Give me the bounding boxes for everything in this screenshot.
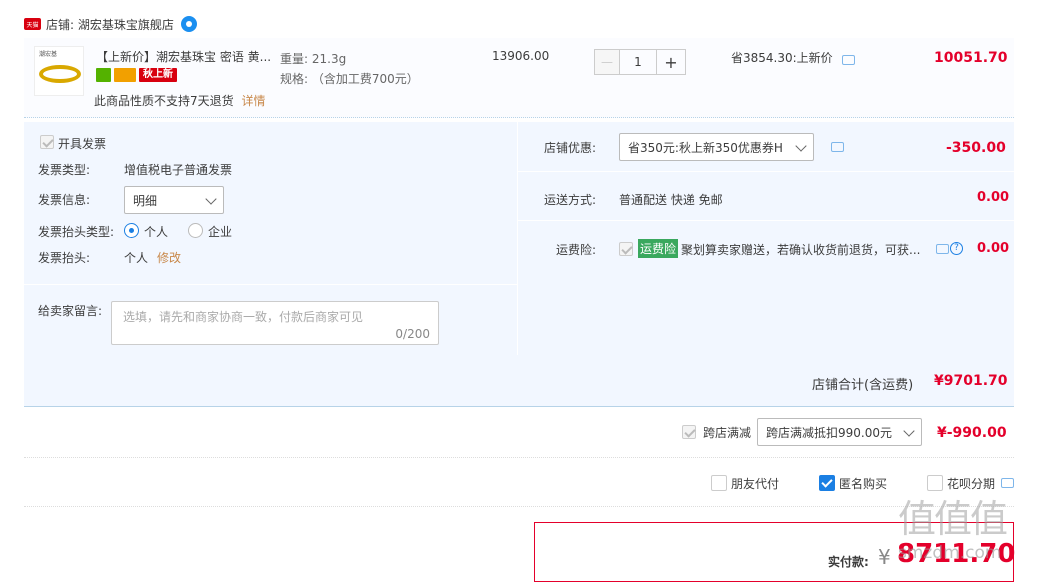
product-tags: 秋上新 [96, 68, 180, 82]
shop-name[interactable]: 店铺: 湖宏基珠宝旗舰店 [46, 16, 174, 33]
decrease-button[interactable]: — [594, 49, 620, 75]
friend-pay-checkbox[interactable] [711, 475, 727, 491]
increase-button[interactable]: + [656, 49, 686, 75]
radio-personal-label[interactable]: 个人 [144, 223, 168, 240]
tag-icon-card [114, 68, 136, 82]
insurance-amount: 0.00 [977, 241, 1010, 256]
invoice-type-label: 发票类型: [38, 163, 91, 177]
invoice-title-value: 个人 [124, 251, 149, 265]
cross-store-value: 跨店满减抵扣990.00元 [766, 425, 892, 440]
insurance-label: 运费险: [556, 243, 597, 257]
invoice-and-order-panel: 开具发票 发票类型: 增值税电子普通发票 发票信息: 明细 发票抬头类型: 个人… [24, 122, 1014, 355]
cart-item-row: 潮宏基 【上新价】潮宏基珠宝 密语 黄... 秋上新 此商品性质不支持7天退货 … [24, 38, 1014, 118]
return-policy: 此商品性质不支持7天退货 详情 [94, 92, 265, 109]
insurance-text: 聚划算卖家赠送，若确认收货前退货，可获... [681, 243, 921, 257]
comment-icon[interactable] [936, 244, 949, 254]
return-detail-link[interactable]: 详情 [241, 94, 265, 108]
watermark-logo: 值值值 [898, 497, 1008, 541]
anonymous-checkbox[interactable] [819, 475, 835, 491]
shop-coupon-value: 省350元:秋上新350优惠券H [628, 140, 783, 155]
radio-company[interactable] [188, 223, 203, 238]
quantity-input[interactable]: 1 [620, 49, 656, 75]
message-placeholder: 选填，请先和商家协商一致，付款后商家可见 [123, 310, 364, 324]
cross-store-checkbox[interactable] [682, 425, 696, 439]
subtotal-value: ¥9701.70 [934, 373, 1008, 389]
shop-subtotal-row: 店铺合计(含运费) ¥9701.70 [24, 355, 1014, 407]
chevron-down-icon [795, 140, 807, 152]
discount-text: 省3854.30:上新价 [731, 51, 833, 65]
invoice-type-value: 增值税电子普通发票 [124, 163, 233, 177]
invoice-open-label: 开具发票 [58, 137, 107, 151]
cross-store-label: 跨店满减 [703, 426, 752, 440]
invoice-title-label: 发票抬头: [38, 251, 91, 265]
quantity-stepper: — 1 + [594, 49, 686, 75]
line-total: 10051.70 [934, 50, 1008, 66]
help-icon[interactable]: ? [950, 242, 963, 255]
divider [24, 506, 1014, 507]
tmall-icon: 天猫 [24, 18, 41, 30]
friend-pay-label[interactable]: 朋友代付 [731, 475, 779, 492]
invoice-title-edit-link[interactable]: 修改 [157, 249, 181, 266]
shop-header: 天猫 店铺: 湖宏基珠宝旗舰店 [24, 14, 197, 34]
thumbnail-brand-text: 潮宏基 [39, 51, 58, 58]
invoice-title-type-label: 发票抬头类型: [38, 225, 115, 239]
anonymous-label[interactable]: 匿名购买 [839, 475, 887, 492]
payment-label: 实付款: [828, 555, 869, 569]
new-arrival-badge: 秋上新 [139, 68, 177, 82]
payment-currency: ¥ [878, 545, 891, 569]
shipping-value: 普通配送 快递 免邮 [619, 193, 723, 207]
return-note: 此商品性质不支持7天退货 [94, 94, 234, 108]
radio-personal[interactable] [124, 223, 139, 238]
invoice-info-select[interactable]: 明细 [124, 186, 224, 214]
chevron-down-icon [205, 193, 217, 205]
product-weight: 重量: 21.3g [280, 52, 347, 66]
cross-store-select[interactable]: 跨店满减抵扣990.00元 [757, 418, 922, 446]
shop-coupon-label: 店铺优惠: [544, 141, 597, 155]
radio-company-label[interactable]: 企业 [208, 223, 232, 240]
coupon-amount: -350.00 [946, 140, 1006, 156]
cross-store-amount: ¥-990.00 [937, 425, 1007, 441]
product-thumbnail[interactable]: 潮宏基 [34, 46, 84, 96]
shipping-label: 运送方式: [544, 193, 597, 207]
shop-coupon-select[interactable]: 省350元:秋上新350优惠券H [619, 133, 814, 161]
message-counter: 0/200 [395, 327, 430, 341]
divider [24, 457, 1014, 458]
comment-icon[interactable] [831, 142, 844, 152]
wangwang-chat-icon[interactable] [180, 16, 197, 32]
watermark-site: smzdm.com [898, 543, 1002, 563]
invoice-info-label: 发票信息: [38, 193, 91, 207]
comment-icon[interactable] [1001, 478, 1014, 488]
insurance-tag: 运费险 [638, 239, 679, 258]
tag-icon-green [96, 68, 111, 82]
divider [518, 220, 1014, 221]
shipping-amount: 0.00 [977, 190, 1010, 205]
bangle-image [39, 65, 81, 83]
chevron-down-icon [903, 425, 915, 437]
panel-divider [517, 122, 518, 355]
invoice-info-value: 明细 [133, 193, 158, 208]
message-label: 给卖家留言: [38, 304, 103, 318]
divider [24, 284, 517, 285]
unit-price: 13906.00 [492, 49, 550, 63]
invoice-checkbox[interactable] [40, 135, 54, 149]
insurance-checkbox[interactable] [619, 242, 633, 256]
subtotal-label: 店铺合计(含运费) [812, 378, 914, 393]
seller-message-input[interactable]: 选填，请先和商家协商一致，付款后商家可见 0/200 [111, 301, 439, 345]
comment-icon[interactable] [842, 55, 855, 65]
product-title[interactable]: 【上新价】潮宏基珠宝 密语 黄... [96, 48, 276, 65]
product-spec: 规格: （含加工费700元） [280, 72, 419, 86]
divider [518, 171, 1014, 172]
